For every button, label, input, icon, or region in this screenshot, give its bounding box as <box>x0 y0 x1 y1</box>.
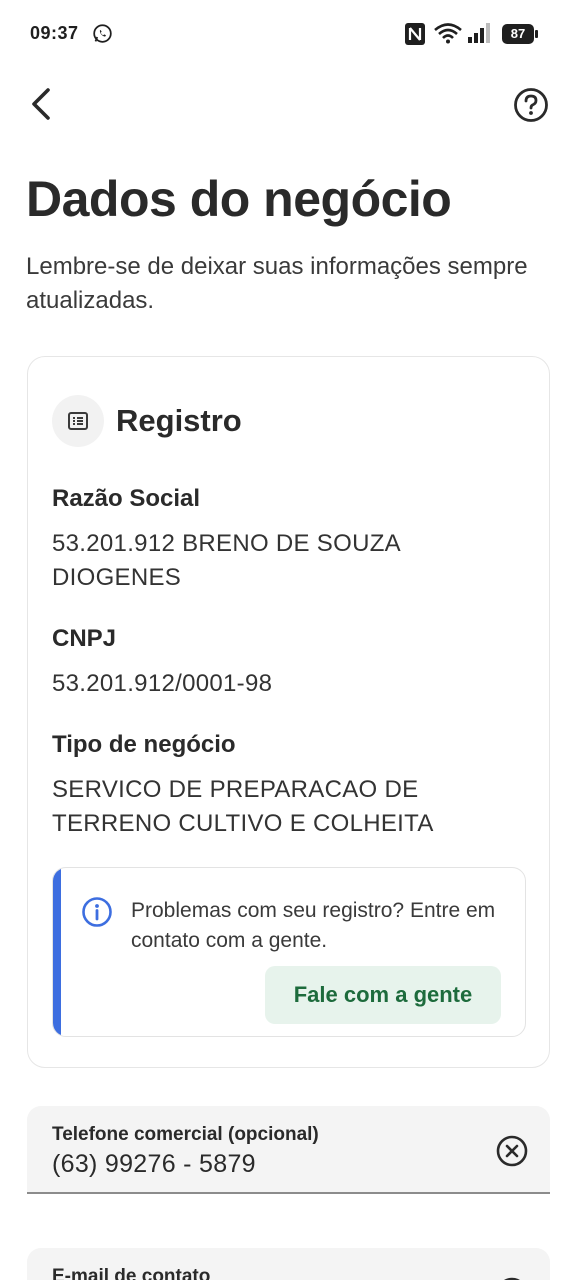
registro-title: Registro <box>116 403 242 438</box>
tipo-negocio-label: Tipo de negócio <box>52 731 236 758</box>
info-icon <box>82 897 112 927</box>
help-circle-icon[interactable] <box>512 86 550 124</box>
business-phone-input[interactable]: (63) 99276 - 5879 <box>52 1150 256 1179</box>
business-phone-label: Telefone comercial (opcional) <box>52 1124 319 1145</box>
battery-icon: 87 <box>502 24 538 44</box>
tipo-negocio-value: SERVICO DE PREPARACAO DE TERRENO CULTIVO… <box>52 776 434 837</box>
signal-icon <box>468 23 490 43</box>
status-time: 09:37 <box>30 23 79 43</box>
cnpj-label: CNPJ <box>52 625 117 652</box>
contact-email-field[interactable]: E-mail de contato <box>27 1248 550 1280</box>
contact-us-button[interactable]: Fale com a gente <box>265 966 501 1024</box>
registro-help-banner: Problemas com seu registro? Entre em con… <box>52 867 526 1037</box>
page-subtitle: Lembre-se de deixar suas informações sem… <box>26 253 528 314</box>
registro-icon-wrap <box>52 395 104 447</box>
business-data-screen: 09:37 87 Dados do negócio Lembre-se de d… <box>0 0 576 1280</box>
nfc-icon <box>405 23 425 45</box>
razao-social-value: 53.201.912 BRENO DE SOUZA DIOGENES <box>52 530 400 591</box>
page-title: Dados do negócio <box>26 171 452 227</box>
document-list-icon <box>68 412 88 430</box>
status-bar: 09:37 87 <box>0 0 576 68</box>
battery-level: 87 <box>502 24 534 44</box>
chevron-left-icon[interactable] <box>24 82 64 126</box>
clear-circle-icon[interactable] <box>495 1276 529 1280</box>
whatsapp-icon <box>93 24 112 43</box>
razao-social-label: Razão Social <box>52 485 201 512</box>
cnpj-value: 53.201.912/0001-98 <box>52 670 273 697</box>
contact-email-label: E-mail de contato <box>52 1266 211 1280</box>
wifi-icon <box>434 23 462 44</box>
registro-card: Registro Razão Social 53.201.912 BRENO D… <box>27 356 550 1068</box>
clear-circle-icon[interactable] <box>495 1134 529 1168</box>
banner-text: Problemas com seu registro? Entre em con… <box>131 899 496 952</box>
banner-accent-stripe <box>53 868 61 1036</box>
business-phone-field[interactable]: Telefone comercial (opcional) (63) 99276… <box>27 1106 550 1194</box>
